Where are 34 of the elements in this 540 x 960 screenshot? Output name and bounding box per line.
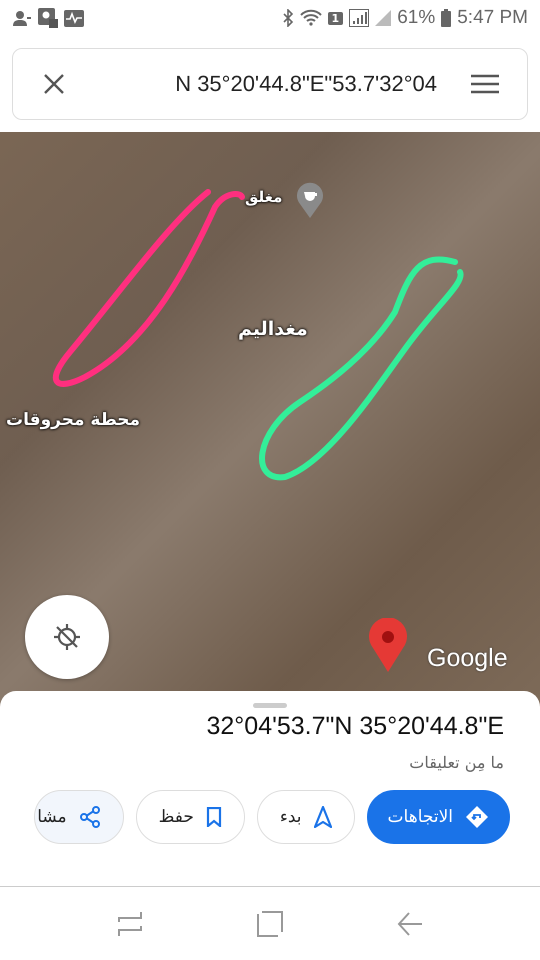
map-label: محطة محروقات (6, 410, 140, 430)
search-field[interactable]: N 35°20'44.8"E"53.7'32°04 (12, 48, 528, 120)
share-icon (78, 806, 101, 828)
map-logo: Google (427, 644, 508, 673)
close-icon[interactable] (43, 73, 65, 95)
signal-icon (375, 10, 392, 26)
drag-handle[interactable] (253, 703, 287, 708)
signal-icon (349, 9, 370, 27)
back-icon[interactable] (397, 910, 423, 936)
wifi-icon (300, 9, 322, 27)
clock: 5:47 PM (457, 7, 528, 29)
start-button[interactable]: بدء (256, 790, 355, 844)
navigation-arrow-icon (314, 806, 332, 828)
place-title: 32°04'53.7"N 35°20'44.8"E (205, 712, 505, 741)
activity-icon (64, 10, 84, 26)
location-pin-icon[interactable] (368, 618, 408, 672)
bluetooth-icon (282, 9, 294, 27)
share-button[interactable]: مشا (34, 790, 124, 844)
battery-icon (441, 9, 452, 27)
directions-icon (465, 805, 489, 829)
bookmark-icon (206, 807, 222, 827)
sim-badge: 1 (328, 12, 344, 24)
place-subtitle: ما مِن تعليقات (408, 753, 505, 772)
map-label: مغلق (245, 188, 282, 206)
save-button[interactable]: حفظ (136, 790, 245, 844)
map-label: مغداليم (238, 318, 308, 340)
home-icon[interactable] (257, 910, 283, 936)
cafe-pin-icon[interactable] (296, 182, 324, 218)
recent-apps-icon[interactable] (117, 910, 143, 936)
profile-icon (38, 8, 58, 28)
menu-icon[interactable] (471, 74, 499, 94)
battery-percent: 61% (397, 7, 436, 29)
gps-off-icon (52, 622, 82, 652)
directions-button[interactable]: الاتجاهات (366, 790, 510, 844)
